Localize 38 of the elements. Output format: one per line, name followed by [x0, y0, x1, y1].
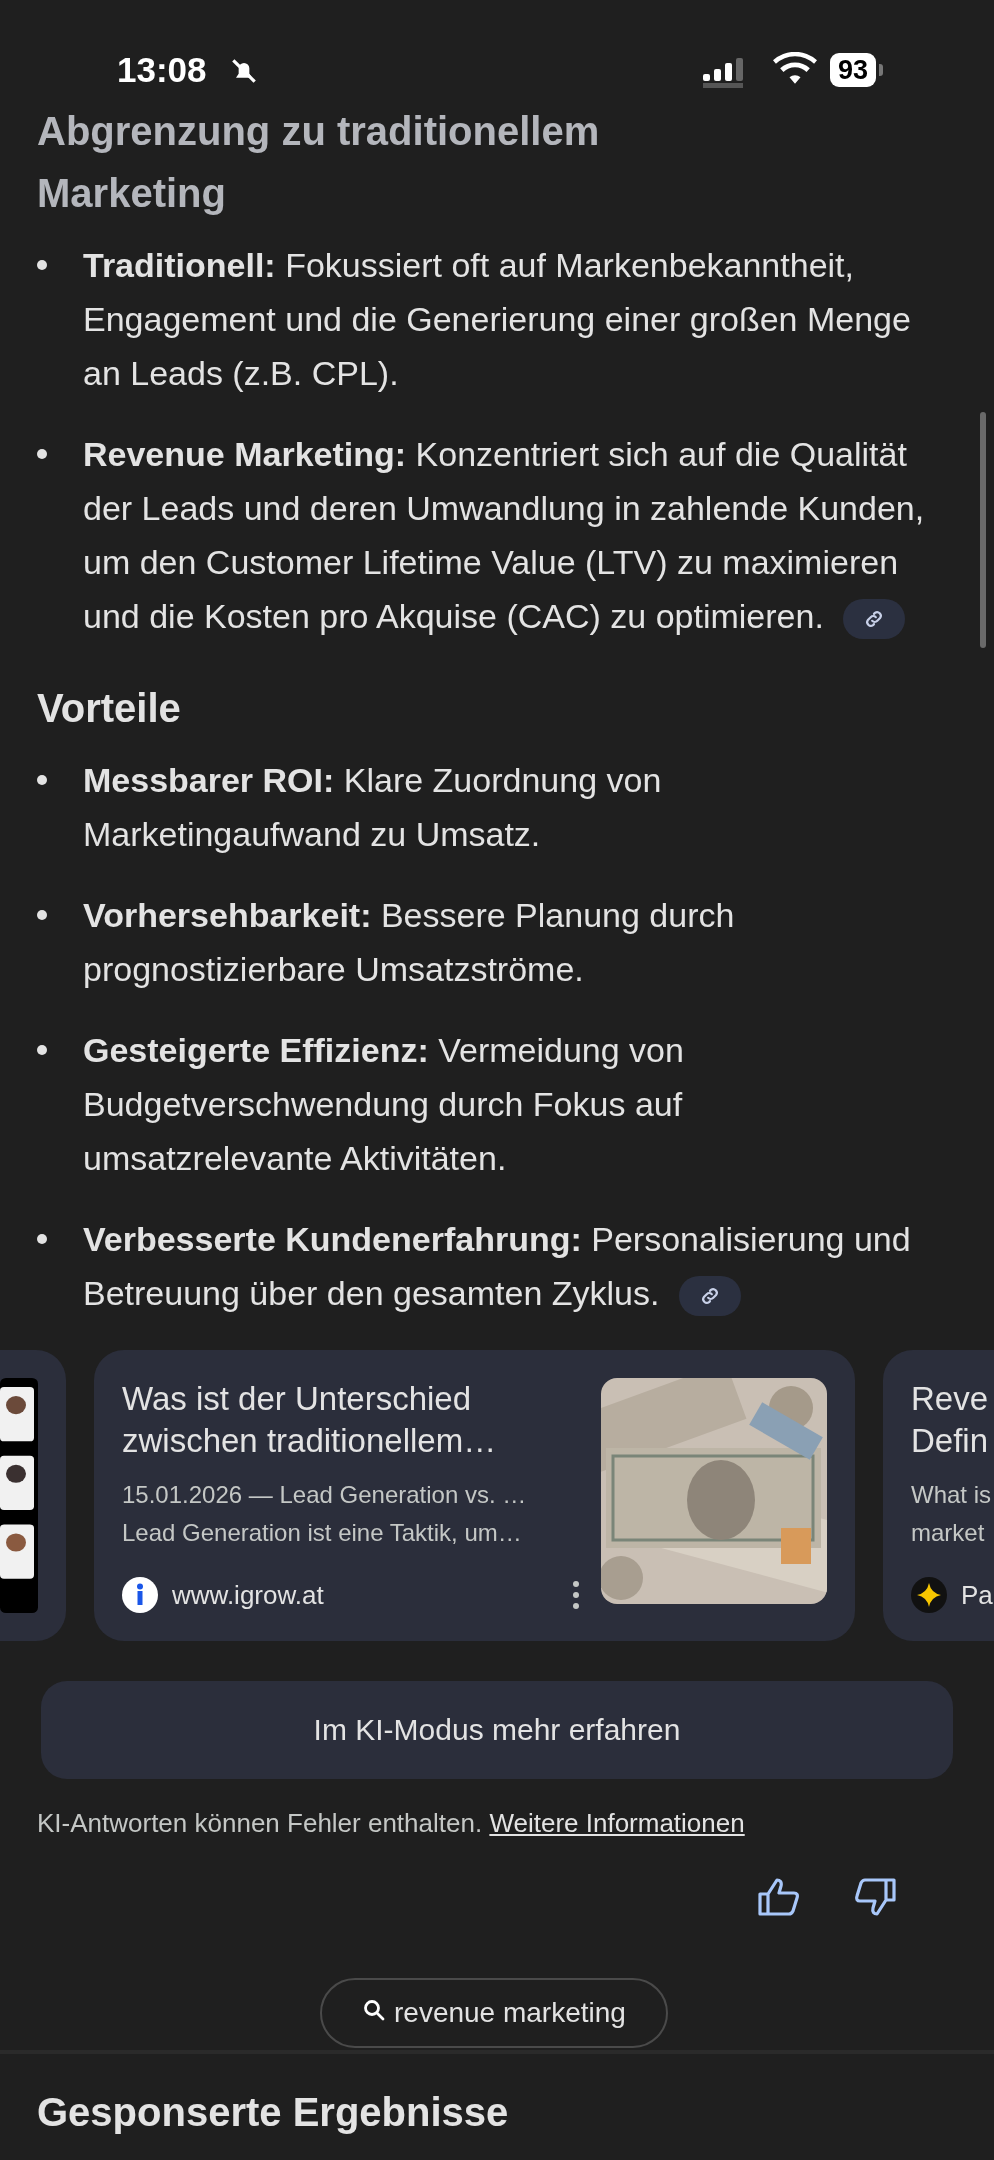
card-snippet: What is market	[911, 1480, 992, 1548]
signal-icon	[703, 58, 745, 88]
bullet-dot	[37, 910, 47, 920]
card-snippet: 15.01.2026 — Lead Generation vs. … Lead Generation ist eine Taktik, um…	[122, 1480, 528, 1548]
bullet-text: Messbarer ROI: Klare Zuordnung von Marketingaufwand zu Umsatz.	[83, 761, 662, 853]
source-site: www.igrow.at	[172, 1579, 324, 1611]
link-chip[interactable]	[843, 599, 906, 639]
source-site: Pa	[961, 1579, 993, 1611]
link-chip[interactable]	[678, 1276, 741, 1316]
ai-mode-button[interactable]: Im KI-Modus mehr erfahren	[41, 1681, 953, 1779]
bullet-dot	[37, 1045, 47, 1055]
sparkle-logo-icon	[911, 1577, 947, 1613]
bullet-text: Gesteigerte Effizienz: Vermeidung von Budgetverschwendung durch Fokus auf umsatzrelevante Aktivitäten.	[83, 1031, 684, 1177]
more-icon[interactable]	[571, 1580, 581, 1610]
clock: 13:08	[117, 50, 207, 90]
wifi-icon	[773, 52, 817, 86]
more-info-link[interactable]: Weitere Informationen	[489, 1808, 745, 1838]
card-title: Was ist der Unterschied zwischen traditionellem…	[122, 1379, 498, 1461]
disclaimer-text: KI-Antworten können Fehler enthalten. Weitere Informationen	[37, 1807, 746, 1840]
bullet-text: Vorhersehbarkeit: Bessere Planung durch prognostizierbare Umsatzströme.	[83, 896, 735, 988]
bullet-text: Revenue Marketing: Konzentriert sich auf die Qualität der Leads und deren Umwandlung in zahlende Kunden, um den Customer Lifetime Value (LTV) zu maximieren und die Kosten pro Akquise (CAC) zu optimieren.	[83, 435, 925, 635]
bullet-text: Traditionell: Fokussiert oft auf Markenbekanntheit, Engagement und die Generierung einer großen Menge an Leads (z.B. CPL).	[83, 246, 911, 392]
section-heading: Abgrenzung zu traditionellem Marketing	[37, 108, 601, 217]
bullet-dot	[37, 260, 47, 270]
bullet-dot	[37, 775, 47, 785]
source-card[interactable]: Was ist der Unterschied zwischen traditionellem… 15.01.2026 — Lead Generation vs. … Lead Generation ist eine Taktik, um… www.igrow.at	[94, 1350, 855, 1641]
source-card[interactable]: Reve Defin What is market Pa	[883, 1350, 994, 1641]
thumbs-down-icon[interactable]	[853, 1877, 897, 1917]
thumbs-up-icon[interactable]	[757, 1877, 801, 1917]
search-pill[interactable]: revenue marketing	[320, 1978, 668, 2048]
bullet-dot	[37, 1234, 47, 1244]
bullet-dot	[37, 449, 47, 459]
card-title: Reve Defin	[911, 1379, 990, 1461]
section-heading: Vorteile	[37, 685, 182, 732]
info-logo-icon	[122, 1577, 158, 1613]
section-heading: Gesponserte Ergebnisse	[37, 2089, 509, 2136]
scrollbar[interactable]	[980, 412, 986, 648]
search-icon	[362, 1998, 386, 2022]
